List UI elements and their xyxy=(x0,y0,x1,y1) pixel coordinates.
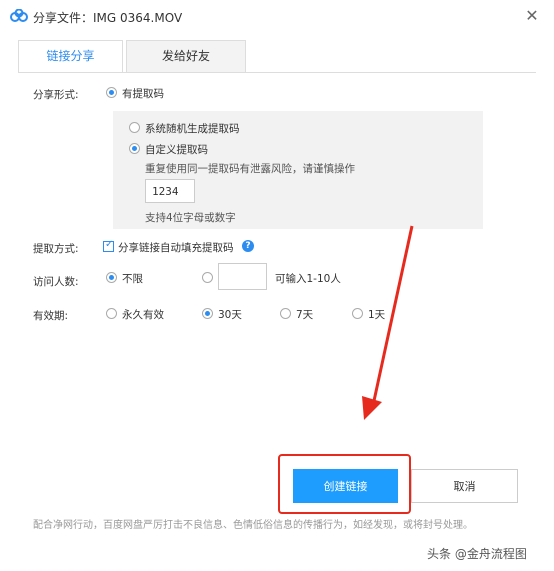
policy-notice: 配合净网行动，百度网盘严厉打击不良信息、色情低俗信息的传播行为，如经发现，或将封… xyxy=(33,520,473,531)
cancel-button[interactable]: 取消 xyxy=(411,469,518,503)
watermark: 头条 @金舟流程图 xyxy=(427,547,527,561)
create-link-button[interactable]: 创建链接 xyxy=(293,469,398,503)
